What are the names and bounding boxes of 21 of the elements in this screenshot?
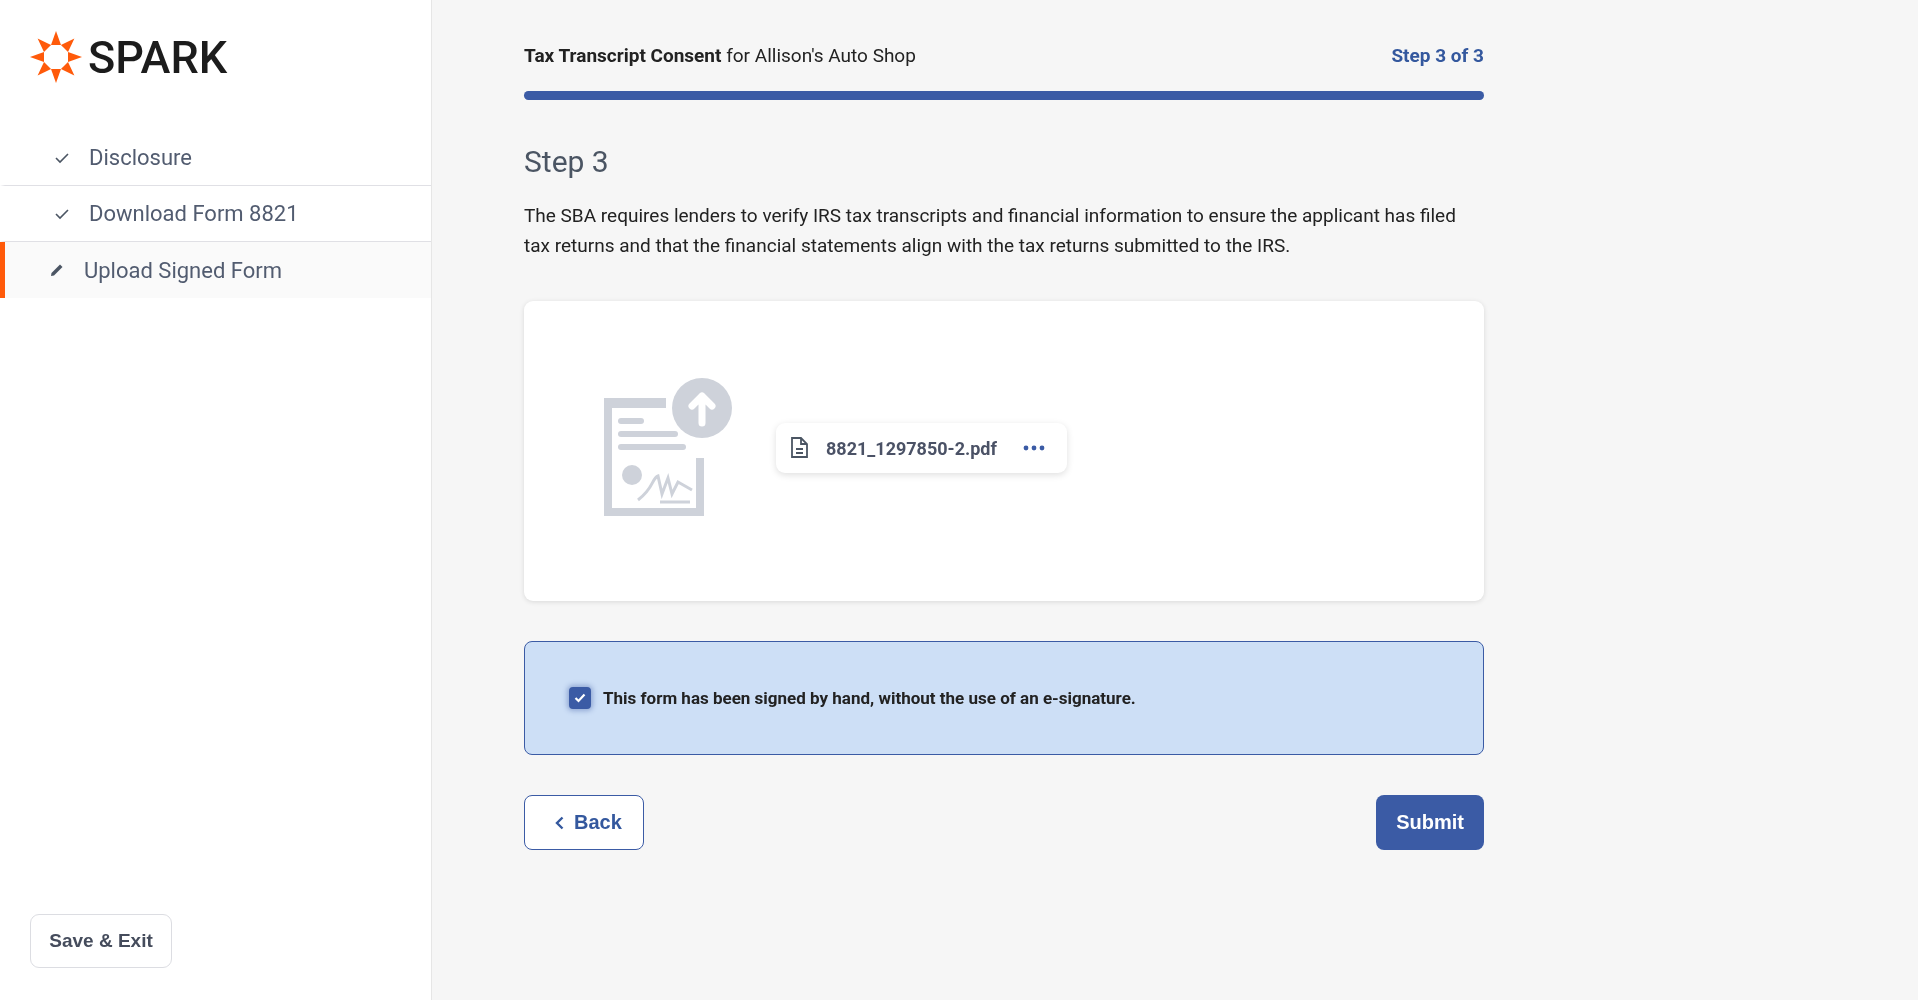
document-icon	[790, 437, 808, 459]
check-icon	[55, 207, 69, 220]
file-name: 8821_1297850-2.pdf	[826, 437, 997, 459]
checkmark-icon	[574, 693, 586, 703]
more-options-icon[interactable]	[1022, 445, 1045, 451]
check-icon	[55, 151, 69, 164]
save-exit-button[interactable]: Save & Exit	[30, 914, 172, 968]
pencil-icon	[50, 263, 64, 277]
step-heading: Step 3	[524, 144, 610, 179]
brand-name: SPARK	[88, 30, 228, 84]
submit-button[interactable]: Submit	[1376, 795, 1484, 850]
step-count: Step 3 of 3	[1391, 44, 1484, 67]
back-button[interactable]: Back	[524, 795, 644, 850]
checkbox[interactable]	[569, 687, 591, 709]
chevron-left-icon	[555, 815, 564, 830]
description-text: The SBA requires lenders to verify IRS tax transcripts and financial information to ensure the applicant has filed tax returns and that the financial statements align with the tax returns submitted to the IRS.	[524, 203, 1457, 259]
checkbox-label: This form has been signed by hand, without the use of an e-signature.	[603, 688, 1136, 708]
step-item[interactable]: Upload Signed Form	[0, 242, 431, 298]
form-title: Tax Transcript Consent for Allison's Auto Shop	[524, 44, 916, 67]
step-item[interactable]: Disclosure	[0, 130, 431, 186]
star-logo-icon	[28, 29, 84, 85]
